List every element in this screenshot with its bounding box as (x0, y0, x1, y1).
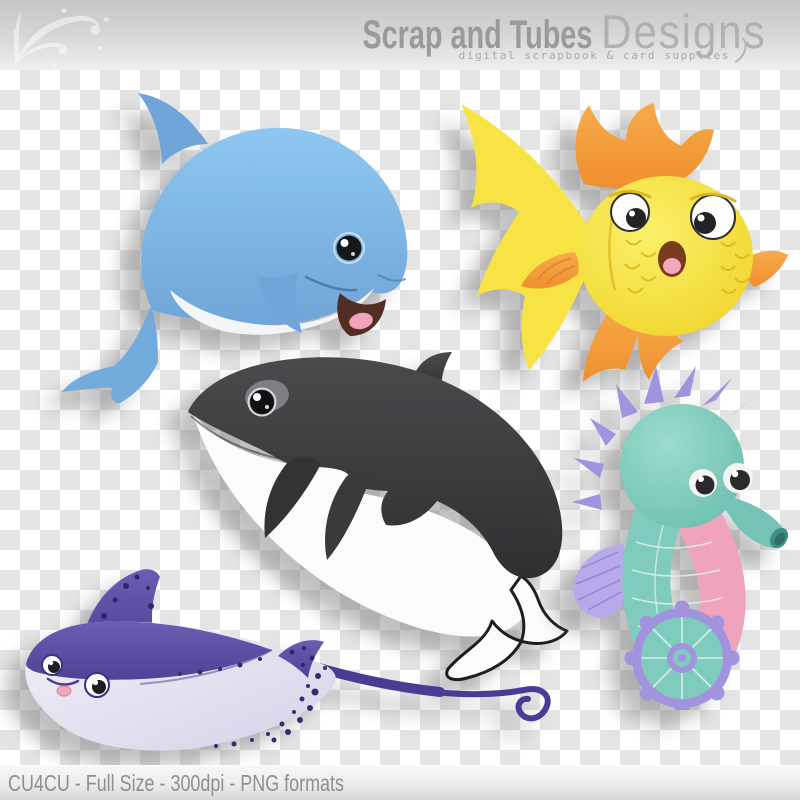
header-banner: Scrap and Tubes Designs digital scrapboo… (0, 0, 800, 70)
brand-title: Scrap and Tubes Designs (273, 8, 785, 55)
clipart-preview-sheet: Scrap and Tubes Designs digital scrapboo… (0, 0, 800, 800)
brand-tagline: digital scrapbook & card supplies (458, 49, 730, 62)
swirl-flourish-icon (12, 8, 109, 67)
goldfish-illustration (461, 103, 788, 382)
seahorse-illustration (572, 366, 789, 710)
product-info-text: CU4CU - Full Size - 300dpi - PNG formats (8, 770, 344, 796)
footer-info-bar: CU4CU - Full Size - 300dpi - PNG formats (0, 765, 800, 800)
stingray-illustration (25, 569, 580, 751)
tagline-swoosh-icon (734, 37, 747, 63)
